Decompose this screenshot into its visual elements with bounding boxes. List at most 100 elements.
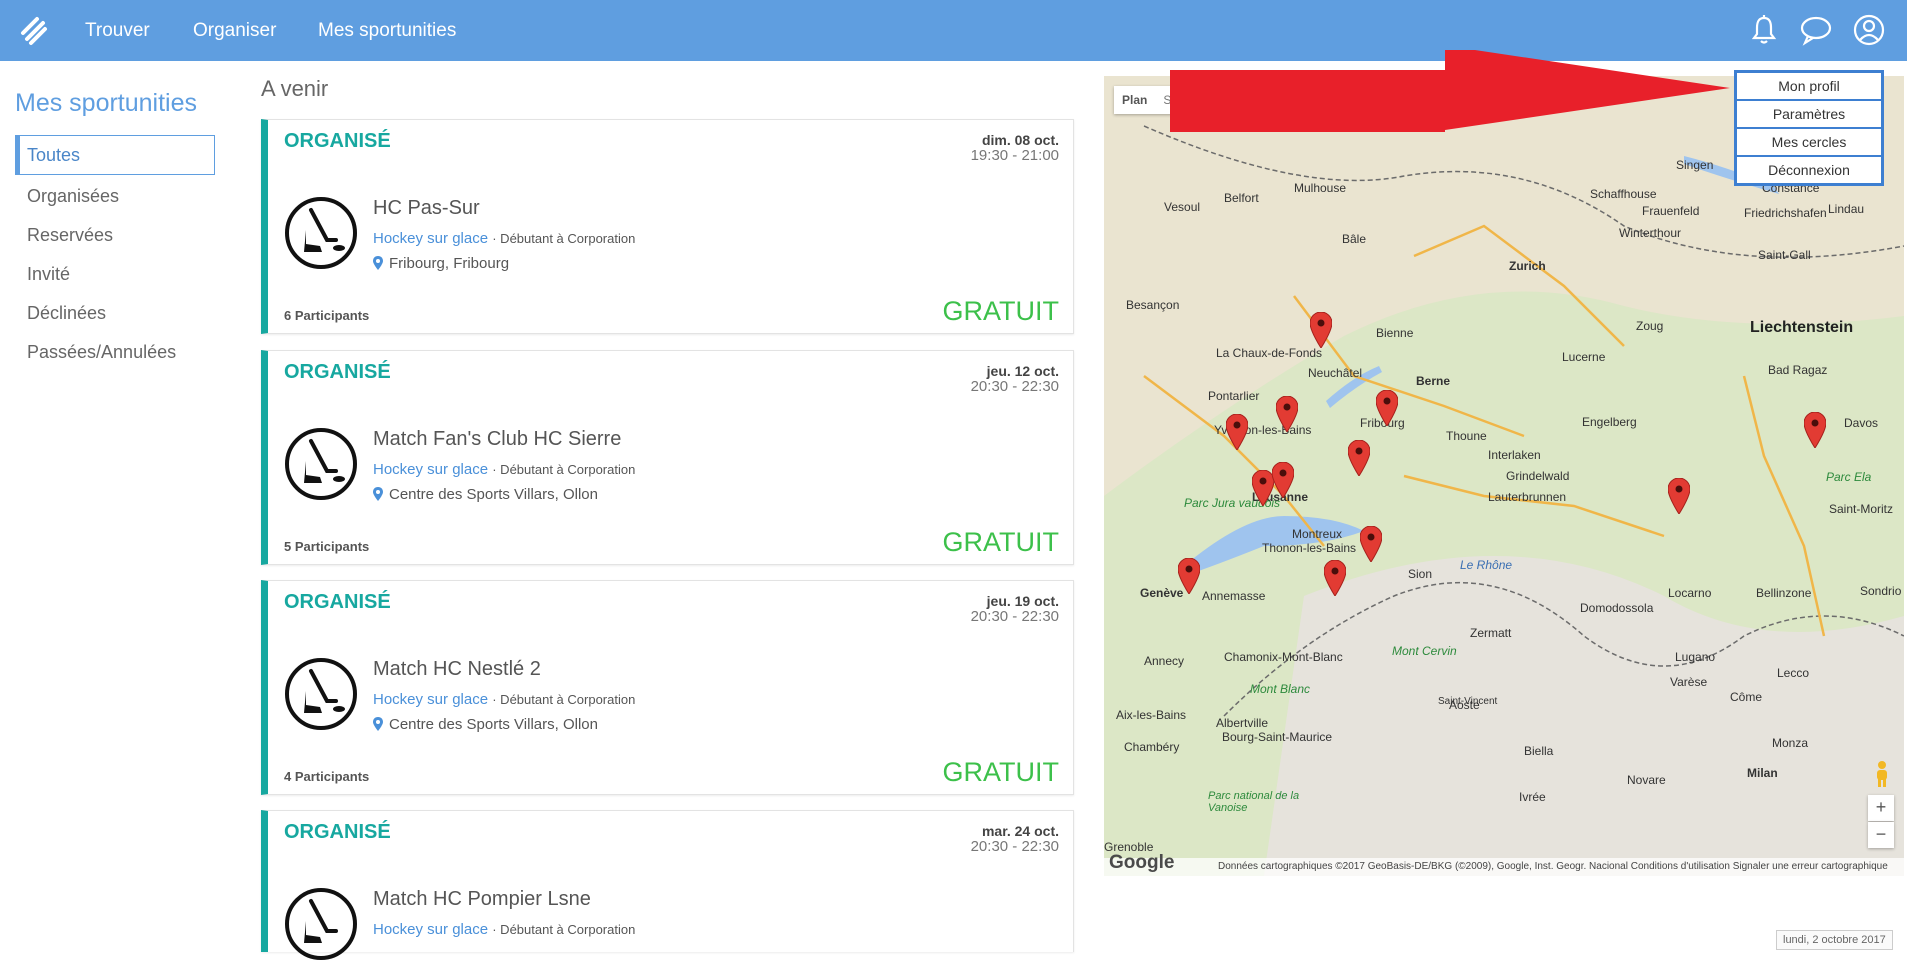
- zoom-out-button[interactable]: −: [1868, 822, 1894, 848]
- location-pin-icon: [373, 717, 383, 731]
- map-label: Biella: [1524, 744, 1554, 758]
- nav-organiser[interactable]: Organiser: [193, 0, 276, 61]
- map-label: Lauterbrunnen: [1488, 490, 1567, 504]
- event-location: Centre des Sports Villars, Ollon: [373, 716, 598, 733]
- event-participants: 5 Participants: [284, 539, 370, 554]
- event-location: Fribourg, Fribourg: [373, 255, 509, 272]
- map-marker-icon[interactable]: [1252, 470, 1274, 506]
- street-view-pegman-icon[interactable]: [1872, 760, 1892, 788]
- map-label: Lecco: [1777, 666, 1810, 680]
- map-type-plan[interactable]: Plan: [1114, 86, 1155, 114]
- event-day: dim. 08 oct.: [981, 132, 1059, 148]
- map-label: Bâle: [1342, 232, 1367, 246]
- event-name[interactable]: Match HC Pompier Lsne: [373, 888, 591, 911]
- sidebar-item-reservees[interactable]: Reservées: [27, 225, 113, 246]
- event-day: jeu. 12 oct.: [986, 363, 1059, 379]
- map-label: Domodossola: [1580, 601, 1654, 615]
- map-marker-icon[interactable]: [1376, 390, 1398, 426]
- map-label: Besançon: [1126, 298, 1180, 312]
- event-sport[interactable]: Hockey sur glace: [373, 691, 488, 708]
- event-sport[interactable]: Hockey sur glace: [373, 921, 488, 938]
- event-location: Centre des Sports Villars, Ollon: [373, 486, 598, 503]
- sidebar-item-invite[interactable]: Invité: [27, 264, 70, 285]
- map-marker-icon[interactable]: [1178, 558, 1200, 594]
- map-marker-icon[interactable]: [1348, 440, 1370, 476]
- sidebar-title: Mes sportunities: [15, 89, 198, 117]
- event-level: · Débutant à Corporation: [492, 231, 636, 246]
- event-sport-line: Hockey sur glace · Débutant à Corporatio…: [373, 461, 635, 478]
- event-sport-line: Hockey sur glace · Débutant à Corporatio…: [373, 691, 635, 708]
- sportunity-logo-icon[interactable]: [17, 13, 51, 47]
- event-name[interactable]: Match Fan's Club HC Sierre: [373, 428, 621, 451]
- event-day: jeu. 19 oct.: [986, 593, 1059, 609]
- map-label: Montreux: [1292, 527, 1343, 541]
- map-attribution: Données cartographiques ©2017 GeoBasis-D…: [1104, 858, 1904, 876]
- event-price: GRATUIT: [942, 296, 1060, 326]
- map-marker-icon[interactable]: [1804, 412, 1826, 448]
- map-label: Zoug: [1636, 319, 1664, 333]
- nav-trouver[interactable]: Trouver: [85, 0, 150, 61]
- map-marker-icon[interactable]: [1360, 526, 1382, 562]
- event-price: GRATUIT: [942, 527, 1060, 557]
- bell-icon[interactable]: [1747, 13, 1781, 47]
- map-label: Mont Cervin: [1392, 644, 1457, 658]
- menu-item-mes-cercles[interactable]: Mes cercles: [1736, 128, 1882, 156]
- sidebar-item-label: Toutes: [27, 145, 81, 165]
- event-date: jeu. 12 oct. 20:30 - 22:30: [971, 363, 1059, 395]
- red-arrow-annotation-icon: [1170, 50, 1730, 132]
- map-label: Bourg-Saint-Maurice: [1222, 730, 1333, 744]
- map-label: Le Rhône: [1460, 558, 1513, 572]
- map-marker-icon[interactable]: [1276, 396, 1298, 432]
- zoom-in-button[interactable]: +: [1868, 795, 1894, 821]
- event-sport[interactable]: Hockey sur glace: [373, 461, 488, 478]
- map-label: Annemasse: [1202, 589, 1266, 603]
- map-marker-icon[interactable]: [1226, 414, 1248, 450]
- map-marker-icon[interactable]: [1272, 462, 1294, 498]
- map-label: Pontarlier: [1208, 389, 1260, 403]
- event-date: jeu. 19 oct. 20:30 - 22:30: [971, 593, 1059, 625]
- event-time: 20:30 - 22:30: [970, 838, 1059, 855]
- map-label: Winterthour: [1619, 226, 1682, 240]
- sidebar-item-toutes[interactable]: Toutes: [15, 135, 215, 175]
- map-label: Novare: [1627, 773, 1666, 787]
- map-label: Zurich: [1509, 259, 1546, 273]
- event-card[interactable]: ORGANISÉ jeu. 12 oct. 20:30 - 22:30 Matc…: [261, 350, 1074, 565]
- event-time: 20:30 - 22:30: [970, 608, 1059, 625]
- user-avatar-icon[interactable]: [1852, 13, 1886, 47]
- event-sport[interactable]: Hockey sur glace: [373, 230, 488, 247]
- ice-hockey-icon: [285, 888, 357, 960]
- event-name[interactable]: HC Pas-Sur: [373, 197, 480, 220]
- map-marker-icon[interactable]: [1324, 560, 1346, 596]
- map-label: La Chaux-de-Fonds: [1216, 346, 1323, 360]
- event-sport-line: Hockey sur glace · Débutant à Corporatio…: [373, 230, 635, 247]
- map-label: Liechtenstein: [1750, 319, 1854, 336]
- map-marker-icon[interactable]: [1668, 478, 1690, 514]
- event-card[interactable]: ORGANISÉ mar. 24 oct. 20:30 - 22:30 Matc…: [261, 810, 1074, 960]
- map-label: Ivrée: [1519, 790, 1546, 804]
- event-level: · Débutant à Corporation: [492, 462, 636, 477]
- sidebar-item-organisees[interactable]: Organisées: [27, 186, 119, 207]
- map-label: Vesoul: [1164, 200, 1201, 214]
- footer-date: lundi, 2 octobre 2017: [1776, 930, 1893, 950]
- chat-icon[interactable]: [1799, 13, 1833, 47]
- map-label: Locarno: [1668, 586, 1712, 600]
- event-location-text: Centre des Sports Villars, Ollon: [389, 486, 598, 503]
- menu-item-mon-profil[interactable]: Mon profil: [1736, 72, 1882, 100]
- menu-item-parametres[interactable]: Paramètres: [1736, 100, 1882, 128]
- nav-mes-sportunities[interactable]: Mes sportunities: [318, 0, 456, 61]
- event-card[interactable]: ORGANISÉ jeu. 19 oct. 20:30 - 22:30 Matc…: [261, 580, 1074, 795]
- ice-hockey-icon: [285, 658, 357, 730]
- map-marker-icon[interactable]: [1310, 312, 1332, 348]
- event-location-text: Centre des Sports Villars, Ollon: [389, 716, 598, 733]
- event-card[interactable]: ORGANISÉ dim. 08 oct. 19:30 - 21:00 HC P…: [261, 119, 1074, 334]
- map-label: Berne: [1416, 374, 1451, 388]
- ice-hockey-icon: [285, 428, 357, 500]
- menu-item-deconnexion[interactable]: Déconnexion: [1736, 156, 1882, 184]
- map-label: Parc Ela: [1826, 470, 1872, 484]
- event-map[interactable]: PlanSa Mulhouse Bâle Zurich Belfort Besa…: [1104, 76, 1904, 876]
- map-label: Milan: [1747, 766, 1778, 780]
- event-name[interactable]: Match HC Nestlé 2: [373, 658, 541, 681]
- sidebar-item-passees-annulees[interactable]: Passées/Annulées: [27, 342, 176, 363]
- sidebar-item-declinees[interactable]: Déclinées: [27, 303, 106, 324]
- map-label: Frauenfeld: [1642, 204, 1700, 218]
